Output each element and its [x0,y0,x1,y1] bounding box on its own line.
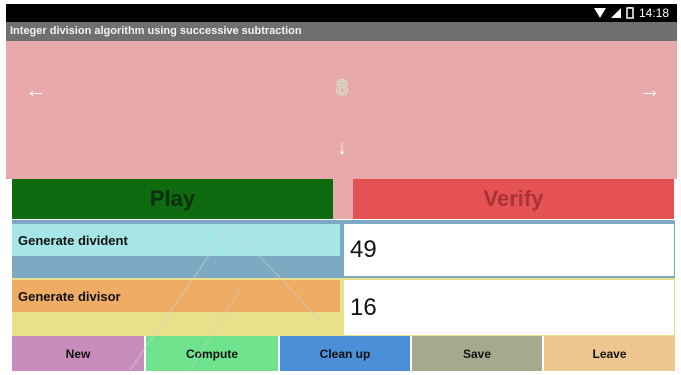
generate-divisor-button[interactable]: Generate divisor [12,280,340,312]
new-button[interactable]: New [12,336,144,371]
wifi-icon [593,8,606,18]
status-time: 14:18 [638,6,669,20]
left-arrow-icon: ← [25,77,47,102]
battery-icon [626,7,634,19]
divisor-value-field[interactable]: 16 [344,280,674,335]
verify-button[interactable]: Verify [353,179,674,219]
animation-canvas: ← → ↓ 8 [6,41,677,179]
app-title: Integer division algorithm using success… [6,22,677,41]
generate-dividend-button[interactable]: Generate divident [12,224,340,256]
compute-button[interactable]: Compute [146,336,278,371]
signal-icon [610,8,621,18]
button-gap [333,179,353,219]
marker-digit: 8 [335,75,349,101]
status-bar: 14:18 [6,4,677,22]
leave-button[interactable]: Leave [544,336,675,371]
dividend-value-field[interactable]: 49 [344,224,674,276]
save-button[interactable]: Save [412,336,542,371]
play-button[interactable]: Play [12,179,333,219]
right-arrow-icon: → [639,77,661,102]
clean-up-button[interactable]: Clean up [280,336,410,371]
down-arrow-icon: ↓ [337,137,347,159]
